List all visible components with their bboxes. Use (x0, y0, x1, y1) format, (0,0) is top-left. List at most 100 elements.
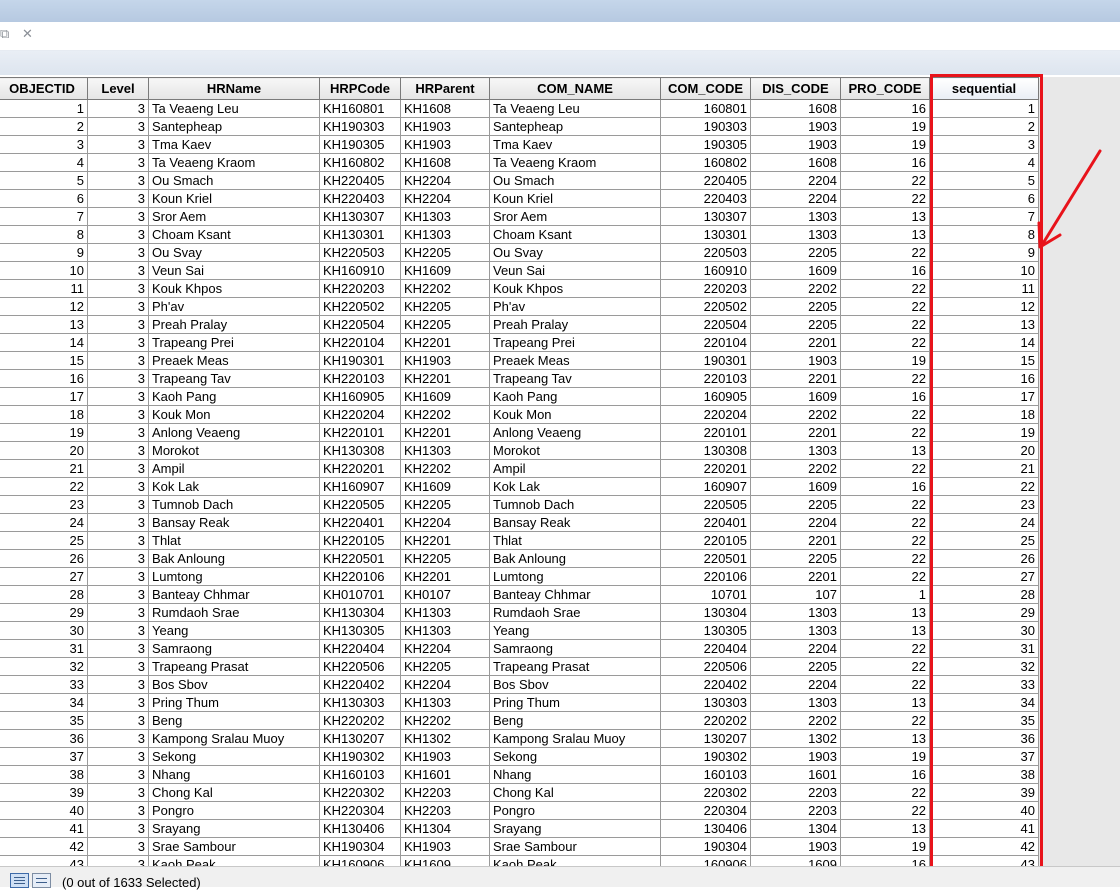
cell-sequential[interactable]: 13 (929, 315, 1039, 334)
cell-pro-code[interactable]: 13 (840, 441, 930, 460)
column-header-pro-code[interactable]: PRO_CODE (840, 77, 930, 100)
cell-hrparent[interactable]: KH1303 (400, 225, 490, 244)
cell-hrpcode[interactable]: KH190302 (319, 747, 401, 766)
cell-pro-code[interactable]: 16 (840, 765, 930, 784)
cell-sequential[interactable]: 26 (929, 549, 1039, 568)
cell-objectid[interactable]: 14 (0, 333, 88, 352)
cell-objectid[interactable]: 16 (0, 369, 88, 388)
cell-com-code[interactable]: 220404 (660, 639, 751, 658)
cell-sequential[interactable]: 32 (929, 657, 1039, 676)
cell-dis-code[interactable]: 2201 (750, 333, 841, 352)
cell-dis-code[interactable]: 1303 (750, 693, 841, 712)
cell-hrname[interactable]: Kok Lak (148, 477, 320, 496)
cell-com-code[interactable]: 220202 (660, 711, 751, 730)
cell-com-code[interactable]: 10701 (660, 585, 751, 604)
cell-com-name[interactable]: Preah Pralay (489, 315, 661, 334)
cell-com-name[interactable]: Preaek Meas (489, 351, 661, 370)
cell-com-code[interactable]: 220501 (660, 549, 751, 568)
cell-objectid[interactable]: 1 (0, 99, 88, 118)
cell-com-code[interactable]: 220302 (660, 783, 751, 802)
cell-level[interactable]: 3 (87, 531, 149, 550)
cell-com-code[interactable]: 130305 (660, 621, 751, 640)
cell-hrname[interactable]: Bos Sbov (148, 675, 320, 694)
cell-level[interactable]: 3 (87, 513, 149, 532)
cell-hrpcode[interactable]: KH190303 (319, 117, 401, 136)
cell-com-name[interactable]: Veun Sai (489, 261, 661, 280)
cell-hrpcode[interactable]: KH160103 (319, 765, 401, 784)
table-row[interactable]: 25 3 Thlat KH220105 KH2201 Thlat 220105 2201 22 2… (0, 531, 1039, 550)
cell-level[interactable]: 3 (87, 549, 149, 568)
cell-level[interactable]: 3 (87, 477, 149, 496)
cell-dis-code[interactable]: 2201 (750, 369, 841, 388)
cell-level[interactable]: 3 (87, 495, 149, 514)
cell-pro-code[interactable]: 13 (840, 207, 930, 226)
cell-objectid[interactable]: 38 (0, 765, 88, 784)
table-row[interactable]: 31 3 Samraong KH220404 KH2204 Samraong 220404 2… (0, 639, 1039, 658)
table-row[interactable]: 18 3 Kouk Mon KH220204 KH2202 Kouk Mon 220204 2… (0, 405, 1039, 424)
cell-objectid[interactable]: 23 (0, 495, 88, 514)
cell-hrparent[interactable]: KH1903 (400, 117, 490, 136)
cell-level[interactable]: 3 (87, 297, 149, 316)
cell-level[interactable]: 3 (87, 585, 149, 604)
table-row[interactable]: 7 3 Sror Aem KH130307 KH1303 Sror Aem 130307 13… (0, 207, 1039, 226)
cell-hrname[interactable]: Sekong (148, 747, 320, 766)
cell-hrparent[interactable]: KH2205 (400, 549, 490, 568)
cell-objectid[interactable]: 13 (0, 315, 88, 334)
cell-com-name[interactable]: Anlong Veaeng (489, 423, 661, 442)
cell-com-code[interactable]: 130303 (660, 693, 751, 712)
cell-pro-code[interactable]: 22 (840, 171, 930, 190)
cell-hrname[interactable]: Tma Kaev (148, 135, 320, 154)
cell-hrpcode[interactable]: KH190301 (319, 351, 401, 370)
cell-hrparent[interactable]: KH2205 (400, 297, 490, 316)
cell-com-name[interactable]: Koun Kriel (489, 189, 661, 208)
cell-com-code[interactable]: 220506 (660, 657, 751, 676)
cell-hrname[interactable]: Kaoh Peak (148, 855, 320, 866)
table-row[interactable]: 27 3 Lumtong KH220106 KH2201 Lumtong 220106 220… (0, 567, 1039, 586)
cell-hrpcode[interactable]: KH130308 (319, 441, 401, 460)
cell-com-name[interactable]: Srayang (489, 819, 661, 838)
cell-level[interactable]: 3 (87, 711, 149, 730)
cell-dis-code[interactable]: 1608 (750, 99, 841, 118)
cell-hrname[interactable]: Kampong Sralau Muoy (148, 729, 320, 748)
cell-com-code[interactable]: 220203 (660, 279, 751, 298)
cell-hrname[interactable]: Ta Veaeng Leu (148, 99, 320, 118)
cell-com-code[interactable]: 160907 (660, 477, 751, 496)
cell-dis-code[interactable]: 1609 (750, 387, 841, 406)
cell-hrname[interactable]: Nhang (148, 765, 320, 784)
cell-sequential[interactable]: 43 (929, 855, 1039, 866)
cell-pro-code[interactable]: 19 (840, 117, 930, 136)
cell-sequential[interactable]: 39 (929, 783, 1039, 802)
cell-sequential[interactable]: 19 (929, 423, 1039, 442)
table-row[interactable]: 3 3 Tma Kaev KH190305 KH1903 Tma Kaev 190305 19… (0, 135, 1039, 154)
table-row[interactable]: 32 3 Trapeang Prasat KH220506 KH2205 Trapeang… (0, 657, 1039, 676)
table-row[interactable]: 29 3 Rumdaoh Srae KH130304 KH1303 Rumdaoh Sra… (0, 603, 1039, 622)
table-row[interactable]: 35 3 Beng KH220202 KH2202 Beng 220202 2202 22 35 (0, 711, 1039, 730)
cell-pro-code[interactable]: 22 (840, 297, 930, 316)
cell-hrname[interactable]: Trapeang Prasat (148, 657, 320, 676)
cell-hrpcode[interactable]: KH220201 (319, 459, 401, 478)
cell-hrpcode[interactable]: KH190304 (319, 837, 401, 856)
cell-hrparent[interactable]: KH2204 (400, 675, 490, 694)
table-row[interactable]: 6 3 Koun Kriel KH220403 KH2204 Koun Kriel 2204… (0, 189, 1039, 208)
cell-pro-code[interactable]: 16 (840, 387, 930, 406)
cell-com-code[interactable]: 220504 (660, 315, 751, 334)
cell-hrname[interactable]: Kaoh Pang (148, 387, 320, 406)
cell-level[interactable]: 3 (87, 405, 149, 424)
cell-objectid[interactable]: 10 (0, 261, 88, 280)
cell-objectid[interactable]: 35 (0, 711, 88, 730)
cell-level[interactable]: 3 (87, 621, 149, 640)
cell-objectid[interactable]: 37 (0, 747, 88, 766)
cell-hrname[interactable]: Preah Pralay (148, 315, 320, 334)
cell-pro-code[interactable]: 13 (840, 225, 930, 244)
cell-hrpcode[interactable]: KH220502 (319, 297, 401, 316)
cell-sequential[interactable]: 18 (929, 405, 1039, 424)
cell-com-name[interactable]: Yeang (489, 621, 661, 640)
table-row[interactable]: 40 3 Pongro KH220304 KH2203 Pongro 220304 2203 2… (0, 801, 1039, 820)
cell-dis-code[interactable]: 2202 (750, 279, 841, 298)
cell-objectid[interactable]: 43 (0, 855, 88, 866)
cell-pro-code[interactable]: 22 (840, 333, 930, 352)
cell-sequential[interactable]: 10 (929, 261, 1039, 280)
cell-sequential[interactable]: 1 (929, 99, 1039, 118)
cell-objectid[interactable]: 26 (0, 549, 88, 568)
cell-dis-code[interactable]: 2204 (750, 675, 841, 694)
